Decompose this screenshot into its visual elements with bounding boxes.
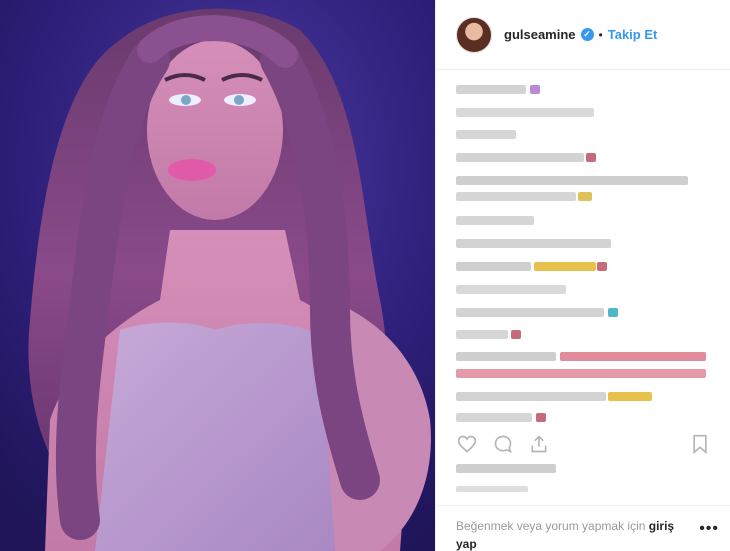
blurred-comment xyxy=(456,108,594,117)
share-button[interactable] xyxy=(528,433,550,455)
comment-icon xyxy=(494,435,512,453)
login-prompt-text: Beğenmek veya yorum yapmak için giriş ya… xyxy=(456,517,691,551)
blurred-comment xyxy=(456,176,688,185)
blurred-comment xyxy=(456,330,508,339)
blurred-comment xyxy=(456,413,532,422)
username-link[interactable]: gulseamine xyxy=(504,27,576,42)
blurred-comment xyxy=(456,130,516,139)
login-prompt: Beğenmek veya yorum yapmak için giriş ya… xyxy=(436,505,730,551)
heart-icon xyxy=(457,435,477,453)
verified-badge-icon: ✓ xyxy=(580,28,594,41)
blurred-comment xyxy=(456,285,566,294)
more-options-icon[interactable]: ••• xyxy=(699,520,719,538)
prompt-text: Beğenmek veya yorum yapmak için xyxy=(456,519,646,533)
portrait-image xyxy=(0,0,435,551)
bookmark-icon xyxy=(693,434,707,454)
avatar[interactable] xyxy=(456,16,492,53)
blurred-emoji xyxy=(578,192,592,201)
comments-list xyxy=(456,80,711,422)
blurred-emoji xyxy=(560,352,706,361)
post-panel: gulseamine ✓ • Takip Et Beğenmek veya yo… xyxy=(435,0,730,551)
share-icon xyxy=(531,435,547,453)
blurred-comment xyxy=(456,308,604,317)
blurred-post-date xyxy=(456,486,528,492)
save-button[interactable] xyxy=(689,433,711,455)
separator-dot: • xyxy=(598,27,603,42)
blurred-comment xyxy=(456,216,534,225)
post-photo xyxy=(0,0,435,551)
blurred-emoji xyxy=(456,369,706,378)
blurred-comment xyxy=(456,85,526,94)
blurred-emoji xyxy=(530,85,540,94)
blurred-emoji xyxy=(586,153,596,162)
post-header: gulseamine ✓ • Takip Et xyxy=(436,0,730,70)
blurred-comment xyxy=(456,153,584,162)
blurred-comment xyxy=(456,352,556,361)
blurred-comment xyxy=(456,262,531,271)
comment-button[interactable] xyxy=(492,433,514,455)
blurred-comment xyxy=(456,392,606,401)
action-bar xyxy=(456,432,711,456)
blurred-emoji xyxy=(597,262,607,271)
blurred-likes-count xyxy=(456,464,556,473)
blurred-comment xyxy=(456,192,576,201)
blurred-comment xyxy=(456,239,611,248)
blurred-emoji xyxy=(608,392,652,401)
blurred-emoji xyxy=(534,262,596,271)
blurred-emoji xyxy=(536,413,546,422)
like-button[interactable] xyxy=(456,433,478,455)
follow-button[interactable]: Takip Et xyxy=(608,27,658,42)
blurred-emoji xyxy=(511,330,521,339)
blurred-emoji xyxy=(608,308,618,317)
